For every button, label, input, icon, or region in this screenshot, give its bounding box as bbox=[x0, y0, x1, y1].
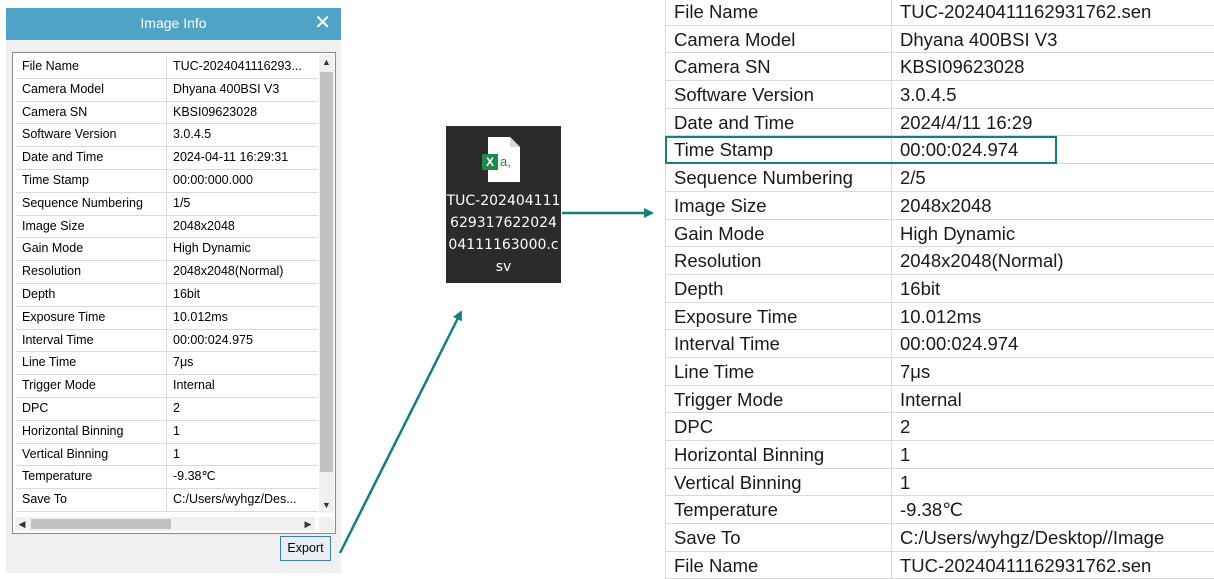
table-row: Horizontal Binning 1 bbox=[665, 441, 1214, 469]
table-row: Save To C:/Users/wyhgz/Desktop//Image bbox=[665, 524, 1214, 552]
table-row: File Name TUC-20240411162931762.sen bbox=[665, 551, 1214, 579]
table-key-cell: Interval Time bbox=[665, 330, 892, 357]
table-value-cell: 10.012ms bbox=[900, 305, 982, 327]
table-value-cell: -9.38℃ bbox=[900, 499, 963, 521]
table-key-cell: Vertical Binning bbox=[665, 468, 892, 496]
table-row: Line Time 7μs bbox=[665, 357, 1214, 386]
table-row: Image Size 2048x2048 bbox=[665, 191, 1214, 220]
table-value-cell: 2/5 bbox=[900, 167, 926, 189]
table-key-cell: Temperature bbox=[665, 496, 892, 524]
table-row: Exposure Time 10.012ms bbox=[665, 302, 1214, 331]
table-value-cell: 16bit bbox=[900, 277, 941, 299]
table-value-cell: KBSI09623028 bbox=[900, 56, 1025, 78]
table-row: Temperature -9.38℃ bbox=[665, 496, 1214, 525]
table-value-cell: 1 bbox=[900, 471, 911, 493]
table-row: Gain Mode High Dynamic bbox=[665, 219, 1214, 248]
table-key-cell: Save To bbox=[665, 524, 892, 551]
table-row: Interval Time 00:00:024.974 bbox=[665, 330, 1214, 358]
table-value-cell: Dhyana 400BSI V3 bbox=[900, 28, 1058, 50]
table-key-cell: Trigger Mode bbox=[665, 385, 892, 413]
table-value-cell: TUC-20240411162931762.sen bbox=[900, 554, 1152, 576]
table-value-cell: C:/Users/wyhgz/Desktop//Image bbox=[900, 527, 1165, 549]
table-key-cell: Exposure Time bbox=[665, 302, 892, 330]
table-key-cell: Depth bbox=[665, 274, 892, 302]
table-key-cell: Line Time bbox=[665, 357, 892, 385]
table-key-cell: Resolution bbox=[665, 247, 892, 274]
table-row: Sequence Numbering 2/5 bbox=[665, 164, 1214, 192]
table-value-cell: 7μs bbox=[900, 360, 931, 382]
table-key-cell: Gain Mode bbox=[665, 219, 892, 247]
table-row: Depth 16bit bbox=[665, 274, 1214, 303]
table-value-cell: 2048x2048(Normal) bbox=[900, 250, 1064, 272]
table-key-cell: DPC bbox=[665, 413, 892, 440]
table-row: Software Version 3.0.4.5 bbox=[665, 81, 1214, 109]
table-key-cell: File Name bbox=[665, 0, 892, 25]
csv-content-table: File Name TUC-20240411162931762.sen Camera… bbox=[665, 0, 1214, 579]
table-value-cell: 2 bbox=[900, 416, 911, 438]
table-value-cell: 2048x2048 bbox=[900, 194, 992, 216]
table-row: Vertical Binning 1 bbox=[665, 468, 1214, 497]
table-key-cell: Date and Time bbox=[665, 108, 892, 136]
table-key-cell: Image Size bbox=[665, 191, 892, 219]
table-key-cell: Software Version bbox=[665, 81, 892, 108]
time-stamp-highlight-box bbox=[665, 136, 1057, 164]
table-value-cell: 3.0.4.5 bbox=[900, 84, 957, 106]
table-key-cell: Camera Model bbox=[665, 25, 892, 53]
table-key-cell: Horizontal Binning bbox=[665, 441, 892, 468]
table-key-cell: Camera SN bbox=[665, 53, 892, 81]
table-row: File Name TUC-20240411162931762.sen bbox=[665, 0, 1214, 26]
table-value-cell: High Dynamic bbox=[900, 222, 1016, 244]
table-row: Resolution 2048x2048(Normal) bbox=[665, 247, 1214, 275]
table-row: Trigger Mode Internal bbox=[665, 385, 1214, 414]
table-row: DPC 2 bbox=[665, 413, 1214, 441]
table-value-cell: 1 bbox=[900, 444, 911, 465]
table-value-cell: 2024/4/11 16:29 bbox=[900, 111, 1033, 133]
table-key-cell: File Name bbox=[665, 551, 892, 579]
table-row: Camera Model Dhyana 400BSI V3 bbox=[665, 25, 1214, 54]
table-row: Camera SN KBSI09623028 bbox=[665, 53, 1214, 82]
table-key-cell: Sequence Numbering bbox=[665, 164, 892, 191]
table-row: Date and Time 2024/4/11 16:29 bbox=[665, 108, 1214, 137]
table-value-cell: Internal bbox=[900, 388, 962, 410]
export-to-file-arrow bbox=[338, 310, 463, 554]
table-value-cell: TUC-20240411162931762.sen bbox=[900, 1, 1152, 22]
table-value-cell: 00:00:024.974 bbox=[900, 333, 1019, 355]
